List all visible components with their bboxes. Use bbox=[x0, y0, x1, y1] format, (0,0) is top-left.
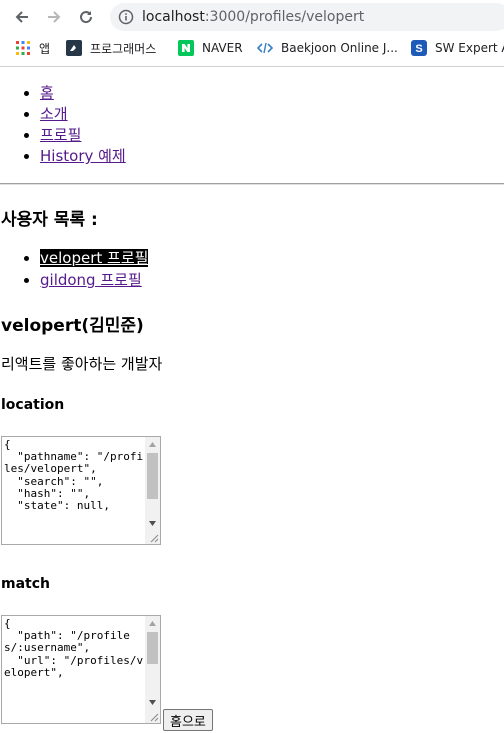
address-bar[interactable]: localhost:3000/profiles/velopert bbox=[110, 3, 504, 31]
bookmark-naver[interactable]: NAVER bbox=[178, 40, 243, 56]
browser-chrome: localhost:3000/profiles/velopert 앱 프로그래머… bbox=[0, 0, 504, 67]
bookmark-label: 앱 bbox=[39, 41, 51, 56]
scroll-down-icon[interactable] bbox=[145, 695, 160, 709]
bookmark-apps[interactable]: 앱 bbox=[15, 40, 50, 56]
svg-text:S: S bbox=[415, 43, 422, 55]
resize-grip-icon[interactable] bbox=[148, 532, 159, 543]
back-button[interactable] bbox=[11, 6, 33, 28]
bookmark-label: NAVER bbox=[202, 41, 243, 55]
divider bbox=[0, 183, 504, 185]
apps-grid-icon bbox=[15, 40, 31, 56]
menu-item-home: 홈 bbox=[40, 83, 126, 104]
menu-link-profile[interactable]: 프로필 bbox=[40, 126, 81, 144]
code-brackets-icon bbox=[257, 40, 273, 56]
menu-link-history[interactable]: History 예제 bbox=[40, 147, 126, 165]
url-text[interactable]: localhost:3000/profiles/velopert bbox=[142, 9, 364, 25]
programmers-icon bbox=[66, 40, 82, 56]
reload-icon bbox=[80, 11, 93, 24]
url-host: localhost bbox=[142, 9, 205, 25]
bookmark-label: 프로그래머스 bbox=[90, 41, 157, 56]
scroll-down-icon[interactable] bbox=[145, 516, 160, 530]
menu-item-about: 소개 bbox=[40, 104, 126, 125]
main-menu: 홈 소개 프로필 History 예제 bbox=[0, 83, 126, 167]
scroll-thumb[interactable] bbox=[147, 453, 158, 499]
bookmarks-bar: 앱 프로그래머스 NAVER Baekjoon Online J... S SW… bbox=[0, 36, 504, 60]
menu-link-about[interactable]: 소개 bbox=[40, 105, 68, 123]
forward-button[interactable] bbox=[43, 6, 65, 28]
scroll-up-icon[interactable] bbox=[145, 437, 160, 451]
user-link-gildong[interactable]: gildong 프로필 bbox=[40, 271, 142, 289]
resize-grip-icon[interactable] bbox=[148, 711, 159, 722]
bookmark-programmers[interactable]: 프로그래머스 bbox=[66, 40, 156, 56]
bookmark-baekjoon[interactable]: Baekjoon Online J... bbox=[257, 40, 398, 56]
menu-link-home[interactable]: 홈 bbox=[40, 84, 54, 102]
scroll-thumb[interactable] bbox=[147, 632, 158, 664]
user-list: velopert 프로필 gildong 프로필 bbox=[0, 247, 149, 291]
sw-expert-icon: S bbox=[411, 40, 427, 56]
scroll-up-icon[interactable] bbox=[145, 616, 160, 630]
back-arrow-icon bbox=[15, 11, 28, 23]
match-heading: match bbox=[1, 576, 50, 592]
info-icon[interactable] bbox=[118, 9, 134, 29]
user-list-item: velopert 프로필 bbox=[40, 247, 149, 269]
profile-name: velopert(김민준) bbox=[1, 316, 144, 336]
match-textarea[interactable]: { "path": "/profiles/:username", "url": … bbox=[1, 615, 161, 724]
user-link-velopert[interactable]: velopert 프로필 bbox=[40, 249, 149, 267]
match-scrollbar[interactable] bbox=[145, 616, 160, 723]
bookmark-label: Baekjoon Online J... bbox=[281, 41, 398, 55]
location-textarea[interactable]: { "pathname": "/profiles/velopert", "sea… bbox=[1, 436, 161, 545]
location-scrollbar[interactable] bbox=[145, 437, 160, 544]
match-json: { "path": "/profiles/:username", "url": … bbox=[4, 617, 144, 679]
menu-item-profile: 프로필 bbox=[40, 125, 126, 146]
browser-toolbar: localhost:3000/profiles/velopert bbox=[0, 0, 504, 34]
user-list-item: gildong 프로필 bbox=[40, 269, 148, 291]
bookmark-sw-expert[interactable]: S SW Expert A bbox=[411, 40, 504, 56]
reload-button[interactable] bbox=[75, 6, 97, 28]
location-json: { "pathname": "/profiles/velopert", "sea… bbox=[4, 438, 144, 513]
menu-item-history: History 예제 bbox=[40, 146, 126, 167]
user-list-heading: 사용자 목록 : bbox=[1, 210, 98, 230]
go-home-button[interactable]: 홈으로 bbox=[163, 709, 213, 731]
profile-description: 리액트를 좋아하는 개발자 bbox=[1, 355, 163, 373]
forward-arrow-icon bbox=[48, 11, 61, 23]
location-heading: location bbox=[1, 397, 65, 413]
url-path: :3000/profiles/velopert bbox=[204, 9, 365, 25]
bookmark-label: SW Expert A bbox=[435, 41, 504, 55]
naver-icon bbox=[178, 40, 194, 56]
